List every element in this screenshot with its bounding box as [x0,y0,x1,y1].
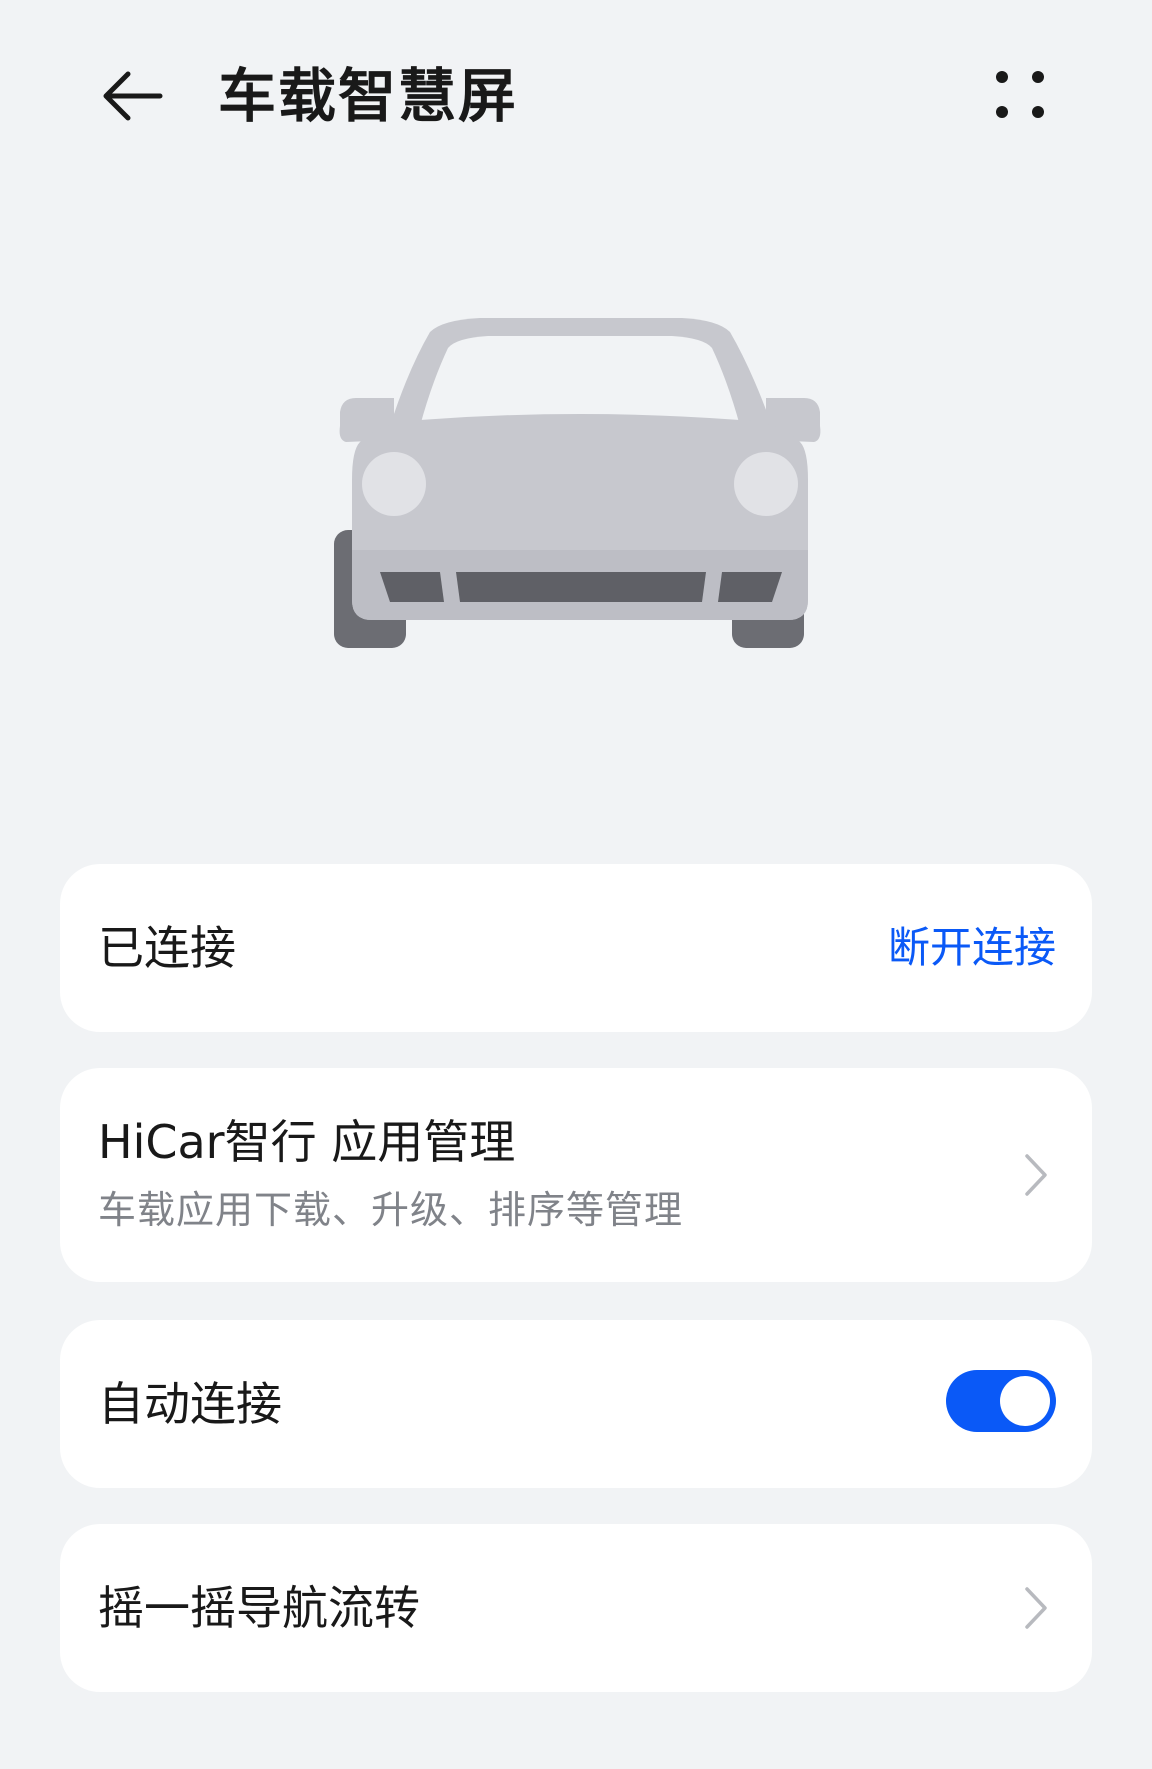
page-title: 车载智慧屏 [218,62,519,130]
hicar-title: HiCar智行 应用管理 [98,1115,516,1169]
toggle-knob [1000,1376,1050,1426]
chevron-right-icon [1016,1578,1056,1638]
disconnect-button[interactable]: 断开连接 [888,918,1056,978]
chevron-right-icon [1016,1145,1056,1205]
more-dots-icon [996,71,1044,118]
hicar-app-management-item[interactable]: HiCar智行 应用管理 车载应用下载、升级、排序等管理 [60,1068,1092,1282]
arrow-left-icon [103,71,163,121]
auto-connect-item: 自动连接 [60,1320,1092,1488]
auto-connect-toggle[interactable] [946,1370,1056,1432]
more-button[interactable] [980,60,1060,130]
car-illustration [320,300,840,670]
connection-status-card: 已连接 断开连接 [60,864,1092,1032]
shake-navigation-label: 摇一摇导航流转 [98,1581,420,1635]
header: 车载智慧屏 [0,0,1152,190]
car-icon [334,318,821,648]
back-button[interactable] [92,56,172,136]
auto-connect-label: 自动连接 [98,1377,282,1431]
connection-status-label: 已连接 [98,921,236,975]
shake-navigation-item[interactable]: 摇一摇导航流转 [60,1524,1092,1692]
hicar-subtitle: 车载应用下载、升级、排序等管理 [98,1188,684,1232]
